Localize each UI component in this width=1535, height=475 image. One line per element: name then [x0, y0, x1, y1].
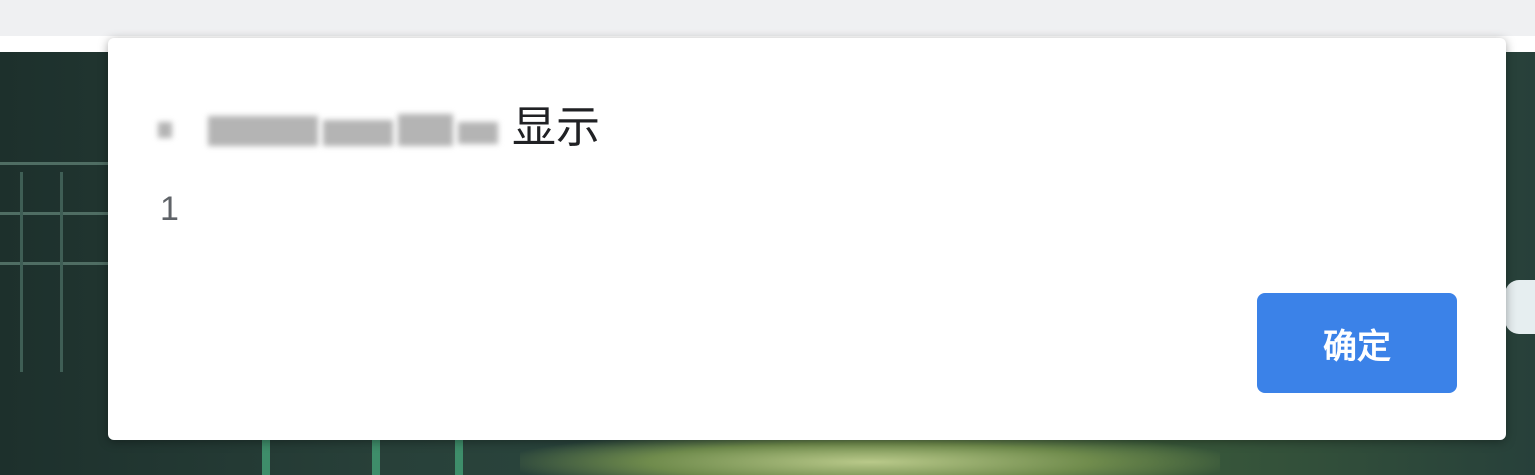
- alert-dialog: 显示 1 确定: [108, 38, 1506, 440]
- railing-post: [20, 172, 23, 372]
- redacted-site-origin: [158, 110, 498, 150]
- ok-button[interactable]: 确定: [1257, 293, 1457, 393]
- dialog-title: 显示: [158, 100, 600, 156]
- railing-line: [0, 162, 110, 165]
- railing-line: [0, 212, 110, 215]
- dialog-title-suffix: 显示: [512, 103, 600, 152]
- background-object: [1505, 280, 1535, 334]
- railing-line: [0, 262, 110, 265]
- railing-post: [60, 172, 63, 372]
- page: 显示 1 确定: [0, 0, 1535, 475]
- dialog-message: 1: [160, 190, 179, 228]
- browser-top-strip: [0, 0, 1535, 36]
